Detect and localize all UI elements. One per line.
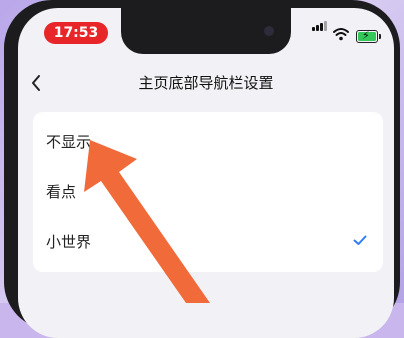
option-label: 不显示 <box>46 133 92 151</box>
option-label: 看点 <box>46 183 77 201</box>
options-card: 不显示 看点 小世界 <box>33 112 383 272</box>
phone-frame: 17:53 ⚡ 主页底部导航栏设置 不显示 看点 小世界 <box>4 0 400 338</box>
status-time: 17:53 <box>44 22 108 44</box>
wifi-icon <box>333 28 349 41</box>
phone-screen: 17:53 ⚡ 主页底部导航栏设置 不显示 看点 小世界 <box>18 8 394 338</box>
status-bar: 17:53 ⚡ <box>18 8 394 60</box>
option-row-kandian[interactable]: 看点 <box>33 167 383 217</box>
option-row-hidden[interactable]: 不显示 <box>33 117 383 167</box>
dynamic-notch <box>121 8 291 54</box>
option-row-small-world[interactable]: 小世界 <box>33 217 383 267</box>
battery-cap <box>379 34 381 39</box>
page-title: 主页底部导航栏设置 <box>138 74 274 92</box>
navigation-bar: 主页底部导航栏设置 <box>18 60 394 104</box>
front-camera <box>264 26 274 36</box>
checkmark-icon <box>353 235 367 245</box>
option-label: 小世界 <box>46 233 92 251</box>
battery-charging-icon: ⚡ <box>356 29 378 43</box>
